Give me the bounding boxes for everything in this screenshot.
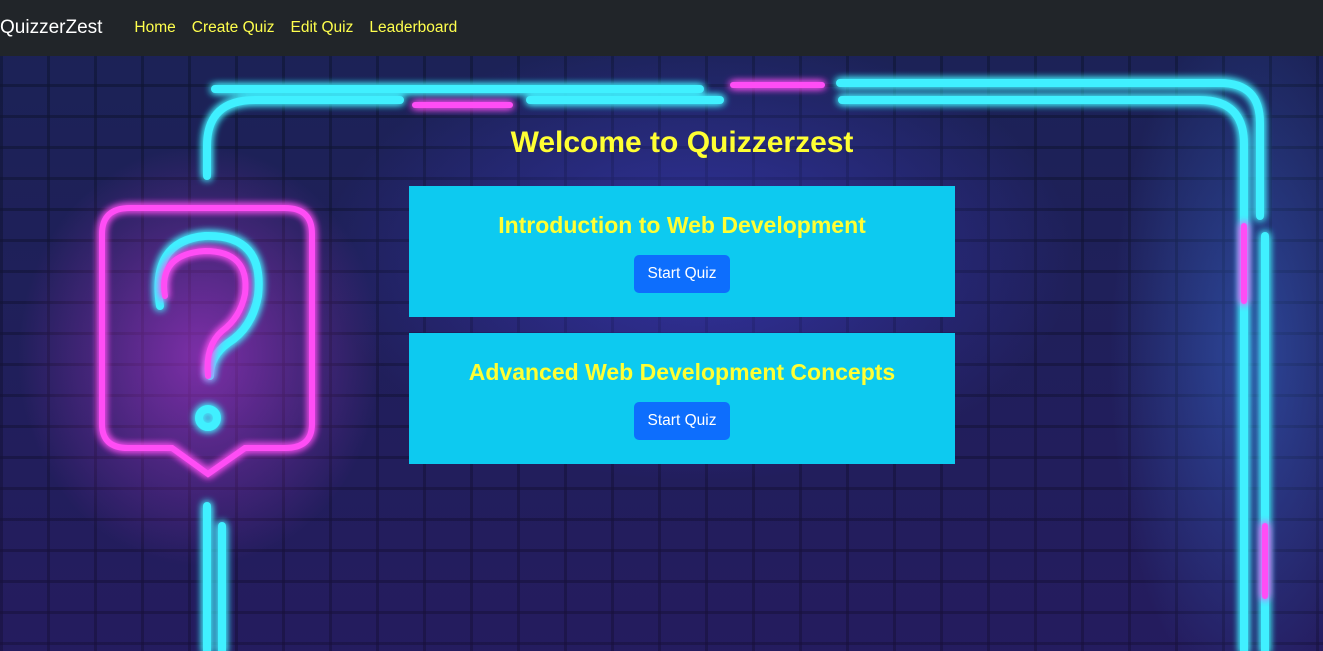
quiz-card: Advanced Web Development Concepts Start … [409,333,955,464]
main-content: Welcome to Quizzerzest Introduction to W… [0,56,1323,651]
quiz-title: Advanced Web Development Concepts [468,359,896,385]
nav-link-leaderboard[interactable]: Leaderboard [361,19,465,37]
hero-background: Welcome to Quizzerzest Introduction to W… [0,56,1323,651]
nav-link-edit-quiz[interactable]: Edit Quiz [282,19,361,37]
navbar: QuizzerZest Home Create Quiz Edit Quiz L… [0,0,1323,56]
start-quiz-button[interactable]: Start Quiz [634,255,730,293]
nav-links: Home Create Quiz Edit Quiz Leaderboard [126,19,465,37]
nav-link-create-quiz[interactable]: Create Quiz [184,19,283,37]
nav-link-home[interactable]: Home [126,19,183,37]
start-quiz-button[interactable]: Start Quiz [634,402,730,440]
brand-logo[interactable]: QuizzerZest [0,17,102,39]
quiz-title: Introduction to Web Development [498,212,866,238]
quiz-card: Introduction to Web Development Start Qu… [409,186,955,317]
page-title: Welcome to Quizzerzest [510,126,854,159]
